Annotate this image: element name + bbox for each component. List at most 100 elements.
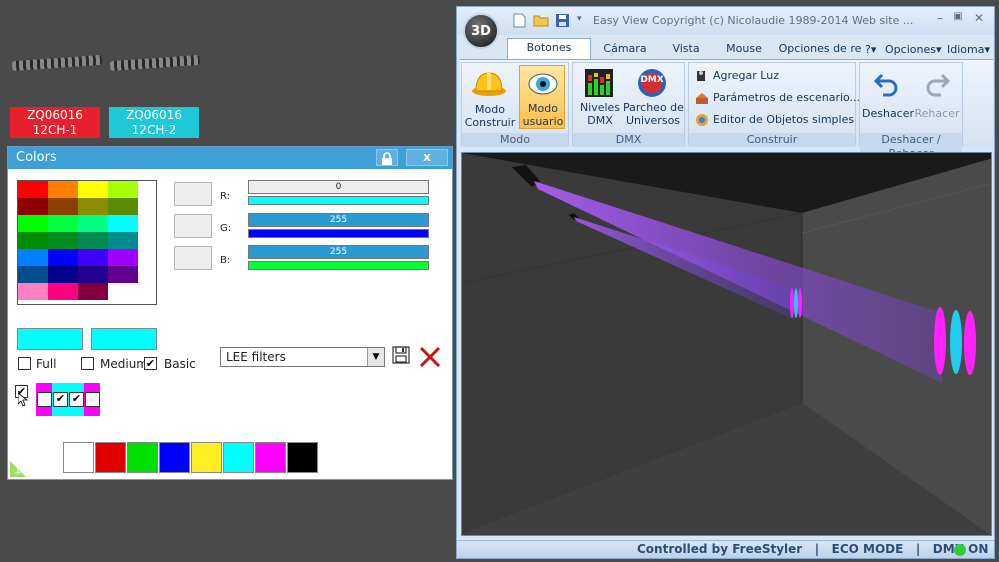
option-basic-checkbox[interactable]: ✔ [144,357,157,370]
fixture-bar-2[interactable] [109,54,201,72]
channel-b-slider[interactable]: 255 [248,245,429,270]
basic-color-swatch[interactable] [223,442,254,473]
tab-vista[interactable]: Vista [665,40,707,58]
basic-color-swatch[interactable] [63,442,94,473]
palette-swatch[interactable] [108,232,138,249]
rehacer-button[interactable]: Rehacer [912,65,962,129]
palette-swatch[interactable] [108,198,138,215]
open-folder-button[interactable] [533,13,549,29]
parametros-escenario-button[interactable]: Parámetros de escenario... [695,91,860,107]
palette-swatch[interactable] [18,266,48,283]
palette-swatch[interactable] [78,181,108,198]
basic-color-swatch[interactable] [127,442,158,473]
palette-swatch[interactable] [78,266,108,283]
tab-botones[interactable]: Botones estánd [507,38,591,72]
mini-color-column [84,383,100,416]
palette-swatch[interactable] [18,215,48,232]
palette-swatch[interactable] [48,232,78,249]
mini-color-checkbox[interactable] [37,392,52,407]
fixture-chip-2[interactable]: ZQ06016 12CH-2 [109,107,199,138]
palette-swatch[interactable] [108,181,138,198]
palette-swatch[interactable] [78,249,108,266]
palette-swatch[interactable] [108,215,138,232]
palette-swatch[interactable] [48,215,78,232]
basic-color-swatch[interactable] [191,442,222,473]
palette-swatch[interactable] [18,232,48,249]
palette-swatch[interactable] [48,283,78,300]
palette-swatch[interactable] [78,232,108,249]
palette-swatch[interactable] [18,249,48,266]
modo-usuario-button[interactable]: Modo usuario [519,65,565,129]
palette-swatch[interactable] [48,198,78,215]
palette-swatch[interactable] [18,181,48,198]
help-menu[interactable]: ?▾ [865,41,876,59]
palette-swatch[interactable] [48,181,78,198]
maximize-button[interactable]: ▣ [951,11,965,27]
minimize-button[interactable]: – [933,11,947,27]
channel-g-slider[interactable]: 255 [248,213,429,238]
fixture-chip-1[interactable]: ZQ06016 12CH-1 [10,107,100,138]
palette-swatch[interactable] [78,283,108,300]
tab-camara[interactable]: Cámara [600,40,650,58]
mini-color-checkbox[interactable]: ✔ [53,392,68,407]
option-medium-checkbox[interactable] [81,357,94,370]
preset-button-2[interactable] [174,214,212,238]
new-file-button[interactable] [513,13,527,29]
delete-filter-button[interactable] [419,346,443,368]
palette-swatch[interactable] [48,266,78,283]
basic-color-swatch[interactable] [95,442,126,473]
lock-button[interactable] [376,149,398,166]
option-basic-label: Basic [164,357,196,371]
window-close-button[interactable]: ✕ [971,11,987,27]
channel-r-slider[interactable]: 0 [248,180,429,205]
option-full-checkbox[interactable] [18,357,31,370]
palette-swatch[interactable] [48,249,78,266]
opciones-menu[interactable]: Opciones▾ [885,41,941,59]
mini-color-checkbox[interactable] [85,392,100,407]
modo-construir-button[interactable]: Modo Construir [463,65,515,129]
basic-color-swatch[interactable] [159,442,190,473]
quick-access-dropdown-icon[interactable]: ▾ [577,14,582,24]
basic-colors-row [63,442,323,473]
3d-viewport[interactable] [461,152,992,536]
idioma-menu[interactable]: Idioma▾ [947,41,990,59]
filter-select[interactable]: LEE filters ▼ [220,347,385,367]
palette-swatch[interactable] [108,249,138,266]
basic-color-swatch[interactable] [255,442,286,473]
basic-color-swatch[interactable] [287,442,318,473]
parcheo-universos-button[interactable]: DMX Parcheo de Universos [623,65,684,129]
save-filter-button[interactable] [392,346,412,366]
preset-button-1[interactable] [174,182,212,206]
editor-objetos-button[interactable]: Editor de Objetos simples [695,113,855,129]
niveles-dmx-button[interactable]: Niveles DMX [575,65,623,129]
fixture-bar-1[interactable] [11,54,103,72]
tab-mouse[interactable]: Mouse [720,40,768,58]
save-button[interactable] [555,13,571,29]
preset-button-3[interactable] [174,246,212,270]
app-logo-button[interactable]: 3D [463,13,499,49]
chevron-down-icon[interactable]: ▼ [367,348,384,366]
palette-swatch[interactable] [78,215,108,232]
palette-swatch[interactable] [18,198,48,215]
palette-swatch[interactable] [108,283,138,300]
tab-opciones-render[interactable]: Opciones de re [778,40,862,58]
status-bar: Controlled by FreeStyler | ECO MODE | DM… [457,540,994,558]
palette-swatch[interactable] [108,266,138,283]
folder-icon [533,15,549,27]
agregar-luz-button[interactable]: Agregar Luz [695,69,853,85]
close-icon: ✕ [973,11,985,25]
mini-color-checkbox[interactable]: ✔ [69,392,84,407]
fixture-chip-1-model: ZQ06016 [27,108,83,122]
option-medium-label: Medium [100,357,148,371]
agregar-luz-label: Agregar Luz [713,69,779,82]
colors-close-button[interactable]: x [406,149,448,166]
palette-swatch[interactable] [78,198,108,215]
group-construir-label: Construir [689,133,855,147]
resize-grip-icon[interactable]: + [10,461,26,478]
light-spot-cyan-1 [950,310,962,374]
stage-settings-icon [696,93,708,104]
new-file-icon [513,13,526,28]
parcheo-universos-label: Parcheo de Universos [623,101,684,127]
palette-swatch[interactable] [18,283,48,300]
deshacer-button[interactable]: Deshacer [862,65,914,129]
